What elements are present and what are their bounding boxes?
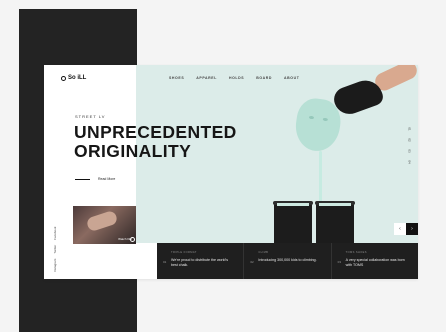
bucket-paint: [319, 203, 351, 206]
social-twitter[interactable]: Twitter: [53, 245, 57, 254]
nav-item-holds[interactable]: HOLDS: [229, 76, 244, 80]
news-kicker: TOMS SHOES: [345, 251, 367, 254]
hero-eyebrow: STREET LV: [75, 114, 106, 119]
news-item[interactable]: 02 CLIMB Introducing 300,000 kids to cli…: [243, 243, 330, 279]
video-thumbnail[interactable]: Watch film: [73, 206, 136, 244]
logo-icon: [61, 75, 66, 81]
news-item[interactable]: 01 TRIPLE FORMAT We're proud to distribu…: [157, 243, 243, 279]
read-more-link[interactable]: Read More: [75, 177, 115, 181]
news-text: A very special collaboration was born wi…: [345, 258, 405, 267]
main-nav: SHOES APPAREL HOLDS BOARD ABOUT: [169, 76, 311, 80]
website-mockup: So iLL SHOES APPAREL HOLDS BOARD ABOUT S…: [44, 65, 418, 279]
logo[interactable]: So iLL: [61, 75, 86, 81]
slider-next-button[interactable]: ›: [406, 223, 418, 235]
side-page-3[interactable]: 03: [408, 149, 412, 152]
headline-line-2: ORIGINALITY: [74, 141, 192, 161]
news-item[interactable]: 03 TOMS SHOES A very special collaborati…: [330, 243, 418, 279]
side-page-2[interactable]: 02: [408, 138, 412, 141]
news-number: 03: [337, 260, 341, 264]
nav-item-apparel[interactable]: APPAREL: [196, 76, 217, 80]
paint-buckets: [273, 201, 355, 243]
hero-headline: UNPRECEDENTED ORIGINALITY: [74, 123, 237, 161]
side-page-1[interactable]: 01: [408, 127, 412, 130]
news-bar: 01 TRIPLE FORMAT We're proud to distribu…: [157, 243, 418, 279]
play-icon: [130, 237, 135, 242]
logo-text: So iLL: [68, 75, 87, 81]
paint-bucket: [273, 201, 313, 243]
paint-bucket: [315, 201, 355, 243]
social-instagram[interactable]: Instagram: [53, 259, 57, 272]
side-page-4[interactable]: 04: [408, 160, 412, 163]
social-facebook[interactable]: Facebook: [53, 227, 57, 240]
news-text: We're proud to distribute the world's be…: [171, 258, 229, 267]
bucket-paint: [277, 203, 309, 206]
headline-line-1: UNPRECEDENTED: [74, 122, 237, 142]
slider-prev-button[interactable]: ‹: [394, 223, 406, 235]
cta-label: Read More: [98, 177, 116, 181]
side-pagination: 01 02 03 04: [408, 127, 412, 164]
nav-item-shoes[interactable]: SHOES: [169, 76, 184, 80]
nav-item-board[interactable]: BOARD: [256, 76, 272, 80]
news-number: 02: [250, 260, 254, 264]
news-kicker: CLIMB: [258, 251, 269, 254]
cta-line: [75, 178, 90, 180]
news-kicker: TRIPLE FORMAT: [171, 251, 197, 254]
thumbnail-image: [85, 209, 119, 233]
mask-eye-right: [322, 117, 329, 122]
news-text: Introducing 300,000 kids to climbing.: [258, 258, 317, 262]
mask-eye-left: [308, 115, 315, 120]
news-number: 01: [163, 260, 167, 264]
nav-item-about[interactable]: ABOUT: [284, 76, 299, 80]
